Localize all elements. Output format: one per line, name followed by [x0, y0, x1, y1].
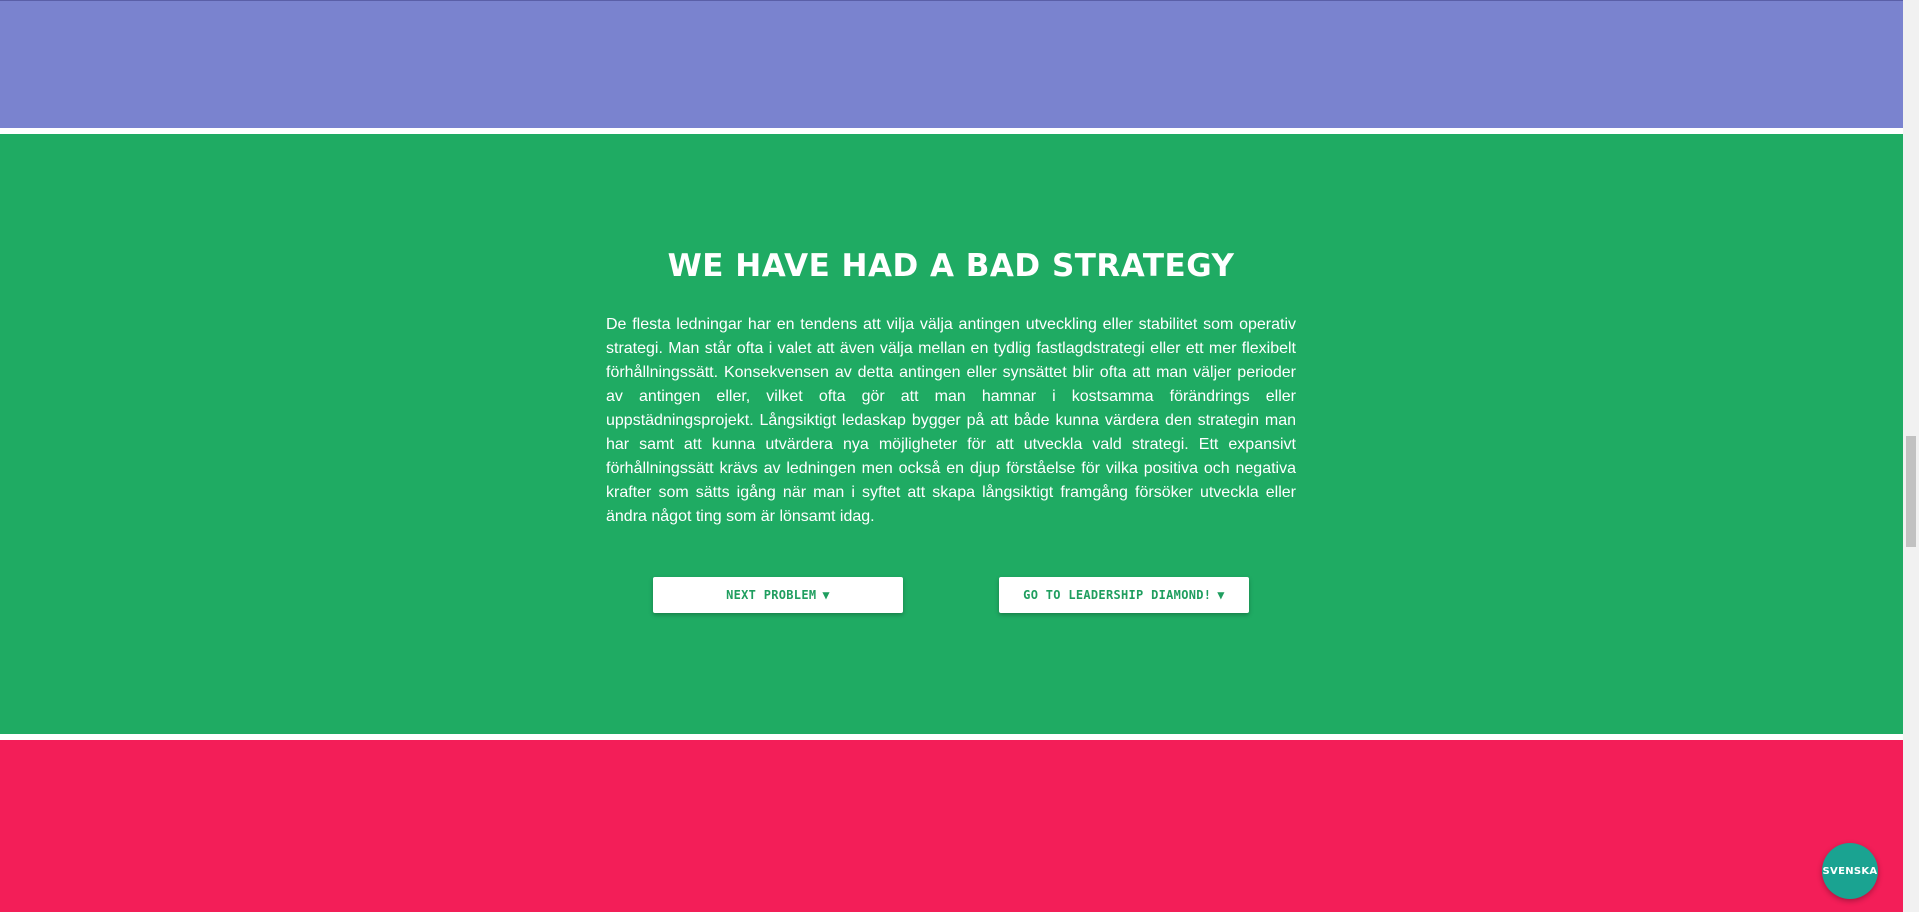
- page: WE HAVE HAD A BAD STRATEGY De flesta led…: [0, 0, 1919, 912]
- leadership-diamond-button[interactable]: GO TO LEADERSHIP DIAMOND! ▼: [999, 577, 1249, 613]
- strategy-section: WE HAVE HAD A BAD STRATEGY De flesta led…: [0, 134, 1903, 734]
- purple-section: [0, 0, 1903, 128]
- section-title: WE HAVE HAD A BAD STRATEGY: [667, 248, 1235, 284]
- next-problem-label: NEXT PROBLEM: [726, 588, 817, 602]
- next-problem-button[interactable]: NEXT PROBLEM ▼: [653, 577, 903, 613]
- page-scrollbar[interactable]: [1903, 0, 1919, 912]
- language-toggle-button[interactable]: SVENSKA: [1822, 843, 1878, 899]
- triangle-down-icon: ▼: [822, 588, 830, 602]
- scrollbar-thumb[interactable]: [1906, 436, 1916, 547]
- leadership-diamond-label: GO TO LEADERSHIP DIAMOND!: [1023, 588, 1212, 602]
- section-body-text: De flesta ledningar har en tendens att v…: [606, 316, 1296, 525]
- triangle-down-icon: ▼: [1217, 588, 1225, 602]
- red-section: [0, 740, 1903, 912]
